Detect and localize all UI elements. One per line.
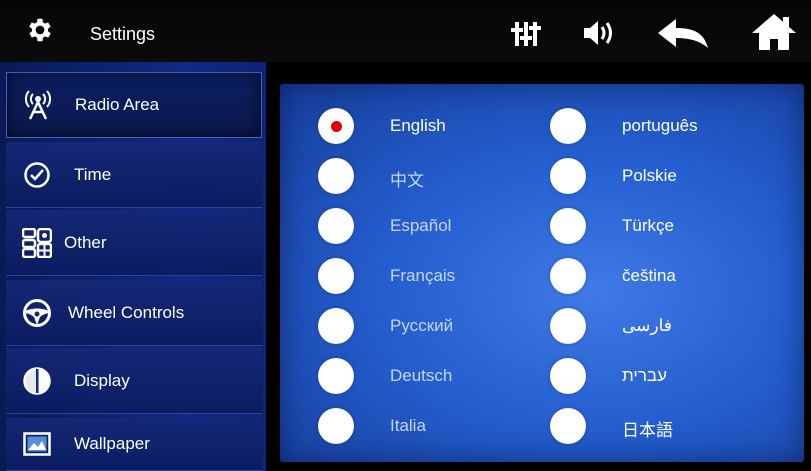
language-label: Polskie xyxy=(622,166,677,185)
apps-grid-icon xyxy=(22,227,52,258)
language-option[interactable] xyxy=(550,408,586,444)
language-option[interactable] xyxy=(550,358,586,394)
top-bar: Settings xyxy=(0,0,811,62)
language-label: Español xyxy=(390,216,452,235)
back-icon[interactable] xyxy=(655,16,711,50)
sidebar-item-wheel-controls[interactable]: Wheel Controls xyxy=(6,280,262,346)
radio-button[interactable] xyxy=(550,408,586,444)
language-option[interactable] xyxy=(550,208,586,244)
sidebar-item-other[interactable]: Other xyxy=(6,210,262,276)
language-label: English xyxy=(390,116,446,135)
language-option[interactable] xyxy=(318,308,354,344)
language-panel: English 中文 Español Français Русский Deut… xyxy=(280,84,804,462)
language-option[interactable] xyxy=(318,258,354,294)
radio-button[interactable] xyxy=(550,108,586,144)
language-option[interactable] xyxy=(550,308,586,344)
language-label: Français xyxy=(390,266,456,285)
radio-tower-icon xyxy=(23,90,53,120)
radio-button[interactable] xyxy=(318,358,354,394)
sidebar-item-radio-area[interactable]: Radio Area xyxy=(6,72,262,138)
language-label: Deutsch xyxy=(390,366,453,385)
radio-button[interactable] xyxy=(550,358,586,394)
sidebar-item-label: Other xyxy=(64,232,107,252)
sidebar: Radio Area Time Other Wheel Controls Dis… xyxy=(0,62,266,471)
radio-button[interactable] xyxy=(318,258,354,294)
equalizer-icon[interactable] xyxy=(510,18,542,50)
language-option[interactable] xyxy=(318,208,354,244)
image-icon xyxy=(22,429,52,459)
sidebar-item-display[interactable]: Display xyxy=(6,348,262,414)
radio-button[interactable] xyxy=(318,208,354,244)
language-label: עברית xyxy=(622,366,667,385)
clock-icon xyxy=(22,160,52,190)
language-label: 日本語 xyxy=(622,421,673,440)
radio-button-selected[interactable] xyxy=(318,108,354,144)
radio-button[interactable] xyxy=(550,208,586,244)
language-option[interactable] xyxy=(550,108,586,144)
language-option[interactable] xyxy=(318,358,354,394)
language-label: 中文 xyxy=(390,171,424,190)
language-option[interactable] xyxy=(318,408,354,444)
volume-icon[interactable] xyxy=(582,18,616,48)
language-label: Русский xyxy=(390,316,454,335)
sidebar-item-label: Wallpaper xyxy=(74,434,150,453)
sidebar-item-label: Wheel Controls xyxy=(68,302,185,322)
language-option[interactable] xyxy=(550,258,586,294)
gear-icon[interactable] xyxy=(22,12,58,48)
language-label: português xyxy=(622,116,698,135)
page-title: Settings xyxy=(90,24,156,44)
radio-button[interactable] xyxy=(550,258,586,294)
selected-dot xyxy=(330,120,342,132)
sidebar-item-label: Display xyxy=(74,370,130,390)
language-label: Türkçe xyxy=(622,216,674,235)
radio-button[interactable] xyxy=(550,158,586,194)
sidebar-item-wallpaper[interactable]: Wallpaper xyxy=(6,418,262,471)
radio-button[interactable] xyxy=(318,408,354,444)
contrast-icon xyxy=(22,366,52,396)
sidebar-item-label: Time xyxy=(74,164,112,184)
language-option[interactable] xyxy=(318,108,354,144)
sidebar-item-time[interactable]: Time xyxy=(6,142,262,208)
language-label: Italia xyxy=(390,416,426,435)
language-option[interactable] xyxy=(550,158,586,194)
language-option[interactable] xyxy=(318,158,354,194)
language-label: فارسی xyxy=(622,316,672,335)
radio-button[interactable] xyxy=(550,308,586,344)
home-icon[interactable] xyxy=(750,12,798,52)
steering-wheel-icon xyxy=(22,298,52,328)
radio-button[interactable] xyxy=(318,308,354,344)
sidebar-item-label: Radio Area xyxy=(75,95,160,114)
language-label: čeština xyxy=(622,266,676,285)
radio-button[interactable] xyxy=(318,158,354,194)
